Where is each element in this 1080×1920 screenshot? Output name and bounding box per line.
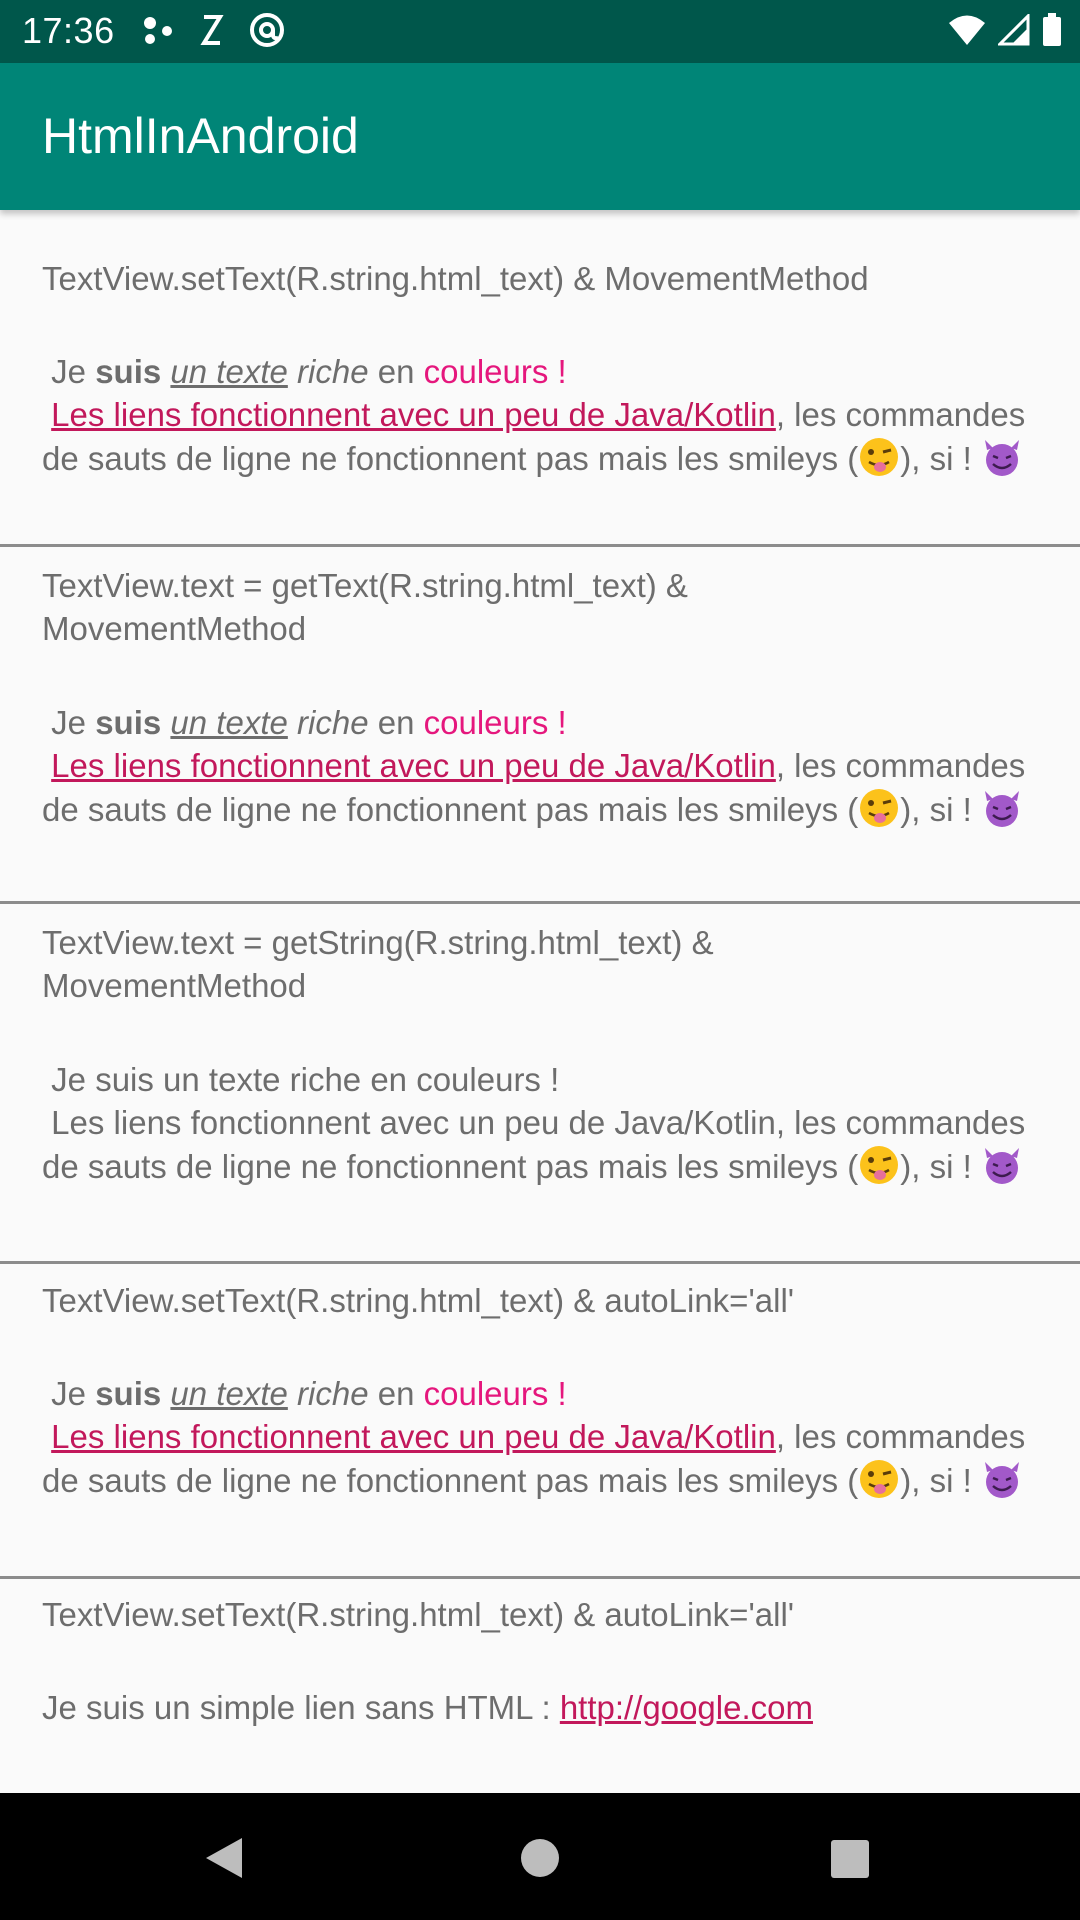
word-je: Je <box>51 704 87 741</box>
body-text-tail: ), si ! <box>900 1462 981 1499</box>
home-icon[interactable] <box>520 1838 560 1883</box>
body-text-tail: ), si ! <box>900 440 981 477</box>
html-link[interactable]: Les liens fonctionnent avec un peu de Ja… <box>51 1418 776 1455</box>
rich-text-view: Je suis un texte riche en couleurs ! Les… <box>42 350 1052 480</box>
navigation-bar <box>0 1793 1080 1920</box>
plain-text-view: Je suis un texte riche en couleurs ! Les… <box>42 1058 1052 1188</box>
colored-text: couleurs ! <box>423 353 567 390</box>
divider <box>0 1261 1080 1264</box>
app-bar: HtmlInAndroid <box>0 63 1080 210</box>
html-link[interactable]: Les liens fonctionnent avec un peu de Ja… <box>51 747 776 784</box>
body-text: Je suis un simple lien sans HTML : <box>42 1689 560 1726</box>
section-title: TextView.text = getText(R.string.html_te… <box>42 567 688 647</box>
winking-tongue-emoji <box>858 436 900 478</box>
wifi-icon <box>948 14 986 51</box>
colored-text: couleurs ! <box>423 1375 567 1412</box>
bold-text: suis <box>95 353 162 390</box>
colored-text: couleurs ! <box>423 704 567 741</box>
word-je: Je <box>51 1375 87 1412</box>
at-icon <box>248 11 286 54</box>
rich-text-view: Je suis un texte riche en couleurs ! Les… <box>42 701 1052 831</box>
italic-text: riche <box>297 1375 369 1412</box>
word-je: Je <box>51 353 87 390</box>
word-en: en <box>377 1375 415 1412</box>
divider <box>0 544 1080 547</box>
battery-icon <box>1042 12 1062 52</box>
content-list[interactable]: TextView.setText(R.string.html_text) & M… <box>0 210 1080 1793</box>
winking-tongue-emoji <box>858 1458 900 1500</box>
back-icon[interactable] <box>204 1836 244 1885</box>
bold-text: suis <box>95 704 162 741</box>
rich-text-view: Je suis un texte riche en couleurs ! Les… <box>42 1372 1052 1502</box>
smiling-devil-emoji <box>981 787 1023 829</box>
winking-tongue-emoji <box>858 1144 900 1186</box>
divider <box>0 1576 1080 1579</box>
plain-link-text-view: Je suis un simple lien sans HTML : http:… <box>42 1686 1052 1729</box>
section-title: TextView.text = getString(R.string.html_… <box>42 924 714 1004</box>
section-title: TextView.setText(R.string.html_text) & M… <box>42 260 869 297</box>
section-title: TextView.setText(R.string.html_text) & a… <box>42 1596 795 1633</box>
winking-tongue-emoji <box>858 787 900 829</box>
italic-text: riche <box>297 353 369 390</box>
status-bar: 17:36 <box>0 0 1080 63</box>
word-en: en <box>377 704 415 741</box>
dots-icon <box>142 13 176 52</box>
body-text-tail: ), si ! <box>900 791 981 828</box>
bold-text: suis <box>95 1375 162 1412</box>
underlined-italic-text: un texte <box>170 704 288 741</box>
smiling-devil-emoji <box>981 1144 1023 1186</box>
status-time: 17:36 <box>22 10 115 51</box>
divider <box>0 901 1080 904</box>
underlined-italic-text: un texte <box>170 1375 288 1412</box>
italic-text: riche <box>297 704 369 741</box>
body-text-tail: ), si ! <box>900 1148 981 1185</box>
shuffle-icon <box>198 13 226 52</box>
section-title: TextView.setText(R.string.html_text) & a… <box>42 1282 795 1319</box>
underlined-italic-text: un texte <box>170 353 288 390</box>
smiling-devil-emoji <box>981 436 1023 478</box>
plain-text-line: Je suis un texte riche en couleurs ! <box>51 1061 560 1098</box>
recents-icon[interactable] <box>830 1839 870 1884</box>
smiling-devil-emoji <box>981 1458 1023 1500</box>
url-link[interactable]: http://google.com <box>560 1689 813 1726</box>
app-title: HtmlInAndroid <box>42 108 359 164</box>
word-en: en <box>377 353 415 390</box>
signal-icon <box>996 11 1030 51</box>
html-link[interactable]: Les liens fonctionnent avec un peu de Ja… <box>51 396 776 433</box>
